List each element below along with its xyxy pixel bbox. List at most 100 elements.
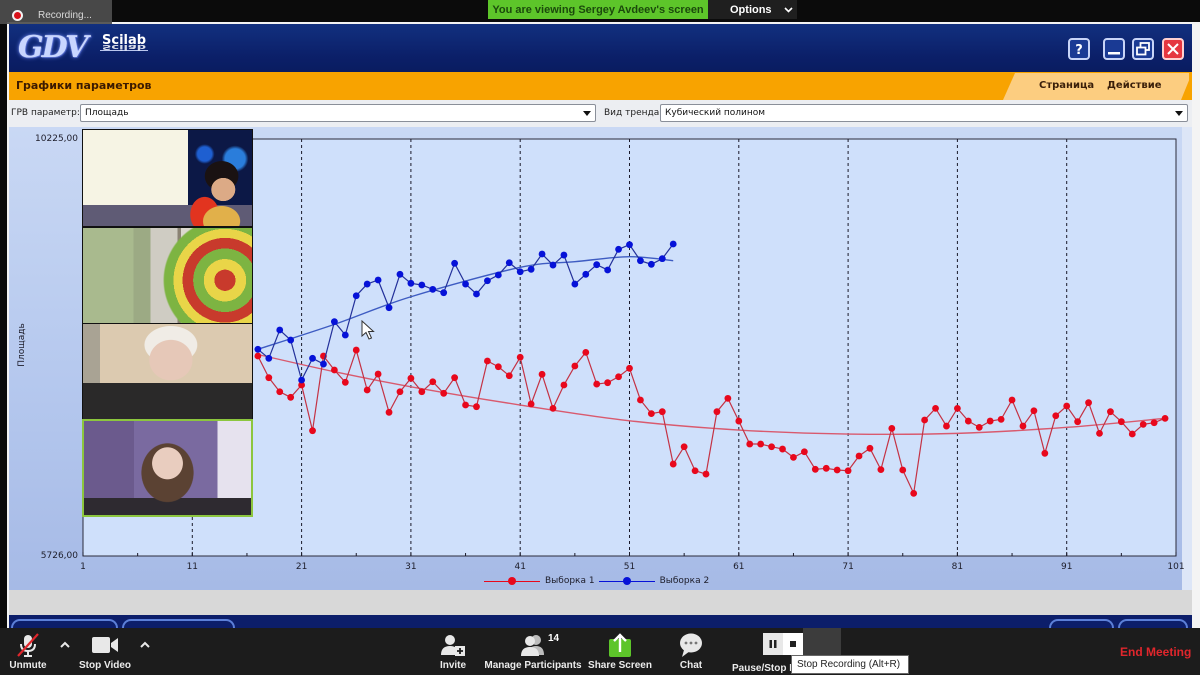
data-point-series-1	[407, 374, 415, 382]
footer-tab-2[interactable]	[122, 619, 235, 628]
viewing-screen-banner: You are viewing Sergey Avdeev's screen	[488, 0, 708, 19]
data-point-series-1	[888, 424, 896, 432]
data-point-series-2	[582, 270, 590, 278]
data-point-series-2	[604, 266, 612, 274]
data-point-series-1	[669, 460, 677, 468]
data-point-series-1	[341, 378, 349, 386]
data-point-series-1	[516, 353, 524, 361]
data-point-series-1	[352, 346, 360, 354]
data-point-series-1	[910, 489, 918, 497]
data-point-series-2	[374, 276, 382, 284]
video-camera-icon	[91, 632, 119, 658]
mouse-cursor-icon	[361, 320, 375, 340]
data-point-series-1	[822, 464, 830, 472]
data-point-series-2	[473, 290, 480, 298]
data-point-series-2	[516, 268, 524, 276]
x-tick-label: 81	[952, 562, 963, 572]
manage-participants-button[interactable]: Manage Participants	[484, 632, 582, 671]
footer-tab-1[interactable]	[11, 619, 118, 628]
manage-participants-label: Manage Participants	[484, 660, 582, 671]
y-tick-label-min: 5726,00	[40, 551, 78, 561]
x-tick-label: 41	[514, 562, 525, 572]
data-point-series-1	[833, 466, 841, 474]
data-point-series-2	[549, 261, 557, 269]
video-tile-1[interactable]	[82, 129, 253, 227]
unmute-button[interactable]: Unmute	[6, 632, 50, 671]
recording-controls-highlight	[803, 628, 841, 655]
data-point-series-1	[418, 388, 426, 396]
data-point-series-1	[1117, 418, 1125, 426]
data-point-series-1	[254, 352, 262, 360]
x-tick-label: 101	[1167, 562, 1184, 572]
data-point-series-1	[429, 378, 437, 386]
x-tick-label: 21	[296, 562, 307, 572]
video-tile-3[interactable]	[82, 323, 253, 420]
data-point-series-2	[505, 259, 513, 267]
end-meeting-button[interactable]: End Meeting	[1120, 645, 1191, 659]
data-point-series-1	[746, 440, 754, 448]
data-point-series-2	[298, 376, 305, 384]
data-point-series-2	[462, 280, 469, 288]
x-tick-label: 1	[80, 562, 86, 572]
data-point-series-1	[527, 400, 535, 408]
data-point-series-2	[287, 336, 295, 344]
data-point-series-2	[538, 250, 546, 258]
data-point-series-2	[254, 345, 262, 353]
data-point-series-1	[1128, 430, 1136, 438]
data-point-series-1	[276, 388, 284, 396]
data-point-series-1	[287, 393, 295, 401]
x-tick-label: 51	[624, 562, 635, 572]
data-point-series-1	[1008, 396, 1016, 404]
stop-icon	[790, 641, 796, 647]
view-options-button[interactable]: Options	[708, 0, 797, 19]
unmute-label: Unmute	[9, 660, 47, 671]
video-options-chevron-up-icon[interactable]	[138, 638, 152, 652]
data-point-series-2	[440, 289, 448, 297]
video-tile-active-speaker[interactable]	[82, 419, 253, 517]
data-point-series-1	[855, 452, 863, 460]
data-point-series-2	[265, 354, 273, 362]
data-point-series-1	[921, 416, 929, 424]
participants-icon	[519, 632, 547, 658]
data-point-series-1	[658, 408, 666, 416]
pause-recording-button[interactable]	[763, 633, 783, 655]
data-point-series-2	[484, 277, 491, 285]
x-tick-label: 61	[733, 562, 744, 572]
data-point-series-2	[396, 270, 404, 278]
data-point-series-2	[341, 331, 349, 339]
data-point-series-1	[800, 448, 808, 456]
data-point-series-1	[964, 417, 972, 425]
invite-button[interactable]: Invite	[433, 632, 473, 671]
data-point-series-1	[1030, 407, 1038, 415]
data-point-series-2	[352, 292, 360, 300]
y-axis-title: Площадь	[17, 323, 27, 367]
share-screen-button[interactable]: Share Screen	[588, 632, 652, 671]
footer-tab-3[interactable]	[1049, 619, 1114, 628]
data-point-series-1	[1074, 418, 1082, 426]
data-point-series-1	[462, 401, 469, 409]
participants-count-badge: 14	[548, 633, 560, 644]
data-point-series-1	[1019, 422, 1027, 430]
data-point-series-1	[571, 362, 579, 370]
data-point-series-1	[494, 363, 502, 371]
data-point-series-2	[330, 318, 338, 326]
audio-options-chevron-up-icon[interactable]	[58, 638, 72, 652]
stop-recording-button[interactable]	[783, 633, 803, 655]
view-options-label: Options	[730, 3, 772, 16]
muted-microphone-icon	[15, 632, 41, 658]
footer-tab-4[interactable]	[1118, 619, 1188, 628]
data-point-series-1	[440, 389, 448, 397]
x-tick-label: 91	[1061, 562, 1072, 572]
data-point-series-1	[560, 381, 568, 389]
data-point-series-1	[1052, 412, 1060, 420]
data-point-series-2	[669, 240, 677, 248]
data-point-series-2	[593, 261, 601, 269]
data-point-series-1	[1041, 449, 1049, 457]
data-point-series-1	[768, 443, 775, 451]
chat-button[interactable]: Chat	[673, 632, 709, 671]
data-point-series-1	[713, 408, 721, 416]
stop-video-button[interactable]: Stop Video	[74, 632, 136, 671]
video-tile-2[interactable]	[82, 227, 253, 324]
data-point-series-1	[1085, 399, 1092, 407]
chart-legend: Выборка 1 Выборка 2	[484, 574, 713, 588]
